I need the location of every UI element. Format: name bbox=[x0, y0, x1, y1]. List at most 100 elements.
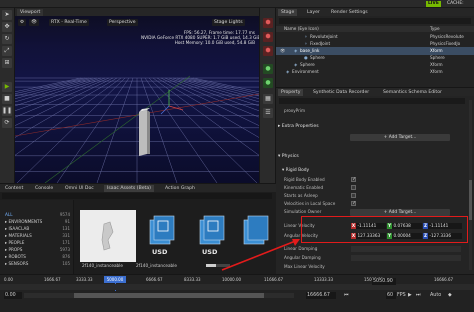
grid-icon[interactable]: ▦ bbox=[263, 94, 273, 104]
sphere-green-icon[interactable]: ● bbox=[263, 64, 273, 74]
cube-red-icon[interactable]: ⬢ bbox=[263, 18, 273, 28]
timeline-track bbox=[0, 284, 474, 290]
scrollbar-thumb[interactable] bbox=[469, 180, 472, 220]
live-badge[interactable]: LIVE bbox=[426, 1, 441, 7]
viewport[interactable]: ⚙ 👁 RTX - Real-Time Perspective Stage Li… bbox=[15, 16, 259, 183]
tick-label: 6666.67 bbox=[146, 277, 163, 282]
tab-layer[interactable]: Layer bbox=[304, 9, 323, 16]
pause-icon[interactable]: ❚❚ bbox=[2, 106, 12, 116]
add-target-button[interactable]: + Add Target... bbox=[350, 134, 450, 141]
kinematic-label: Kinematic Enabled bbox=[284, 185, 324, 190]
sim-owner-add-target-button[interactable]: + Add Target... bbox=[350, 209, 450, 216]
category-tree: ALL 9574 ▸ ENVIRONMENTS 91 ▸ ISAACLAB 131 ▸… bbox=[0, 200, 74, 274]
tab-render-settings[interactable]: Render Settings bbox=[328, 9, 371, 16]
current-time-field[interactable]: 5050.90 bbox=[372, 278, 396, 285]
tree-item-all[interactable]: ALL 9574 bbox=[5, 212, 73, 218]
rb-enabled-label: Rigid Body Enabled bbox=[284, 177, 325, 182]
tab-stage[interactable]: Stage bbox=[278, 9, 298, 16]
range-bar-fill bbox=[74, 293, 264, 298]
end-time-field[interactable]: 16666.67 bbox=[306, 292, 336, 299]
linear-damping-label: Linear Damping bbox=[284, 246, 318, 251]
asset-tile[interactable]: USD 2f140_instanceable bbox=[136, 210, 190, 270]
rotate-icon[interactable]: ↻ bbox=[2, 34, 12, 44]
first-frame-button[interactable]: ⏮ bbox=[344, 292, 348, 299]
scale-icon[interactable]: ⤢ bbox=[2, 46, 12, 56]
tree-item[interactable]: ▸ PEOPLE 171 bbox=[5, 240, 73, 246]
play-button[interactable]: ▶ bbox=[408, 292, 412, 299]
playhead-marker[interactable]: 5000.00 bbox=[104, 276, 126, 283]
auto-key-label[interactable]: Auto bbox=[430, 292, 441, 299]
eye-icon[interactable]: 👁 bbox=[29, 19, 39, 26]
timeline[interactable]: 0.00 1666.67 3333.33 5000.00 6666.67 833… bbox=[0, 274, 474, 312]
content-search[interactable] bbox=[2, 193, 272, 199]
rb-enabled-checkbox[interactable] bbox=[351, 177, 356, 182]
asset-tile[interactable]: USD bbox=[196, 210, 236, 270]
tick-label: 0.00 bbox=[4, 277, 13, 282]
lights-button[interactable]: Stage Lights bbox=[212, 19, 245, 26]
right-toolbar: ⬢ ⬢ ⬢ ● ● ▦ ☰ bbox=[259, 8, 276, 183]
loop-icon[interactable]: ⟳ bbox=[2, 118, 12, 128]
move-icon[interactable]: ✥ bbox=[2, 22, 12, 32]
kinematic-checkbox[interactable] bbox=[351, 185, 356, 190]
list-icon[interactable]: ☰ bbox=[263, 108, 273, 118]
tree-item[interactable]: ▸ ISAACLAB 131 bbox=[5, 226, 73, 232]
tick-label: 3333.33 bbox=[76, 277, 93, 282]
tree-item[interactable]: ▸ ENVIRONMENTS 91 bbox=[5, 219, 73, 225]
linear-damping-slider[interactable] bbox=[351, 246, 461, 252]
stage-search-bar[interactable] bbox=[279, 18, 471, 24]
tree-item-label: ISAACLAB bbox=[8, 226, 30, 231]
tick-label: 1666.67 bbox=[44, 277, 61, 282]
cube-red-icon-3[interactable]: ⬢ bbox=[263, 46, 273, 56]
rigid-body-header[interactable]: ▾ Rigid Body bbox=[282, 167, 309, 174]
render-mode-button[interactable]: RTX - Real-Time bbox=[49, 19, 89, 26]
tree-item-label: ROBOTS bbox=[8, 254, 26, 259]
tree-item-count: 9574 bbox=[59, 212, 70, 217]
local-space-checkbox[interactable] bbox=[351, 201, 356, 206]
header-type: Type bbox=[430, 26, 440, 31]
tick-label: 16666.67 bbox=[434, 277, 454, 282]
max-linear-velocity-label: Max Linear Velocity bbox=[284, 264, 325, 269]
physics-header[interactable]: ▾ Physics bbox=[278, 153, 299, 160]
tree-item-count: 105 bbox=[62, 261, 70, 266]
angular-damping-slider[interactable] bbox=[351, 255, 461, 261]
proxy-prim-label: proxyPrim bbox=[284, 108, 306, 113]
content-tabbar: Content Console Omni UI Doc Isaac Assets… bbox=[0, 183, 276, 193]
asset-tile[interactable]: 2f140_instanceable bbox=[80, 210, 136, 270]
play-icon[interactable]: ▶ bbox=[2, 82, 12, 92]
key-icon[interactable]: ◆ bbox=[448, 292, 452, 299]
fps-value-field[interactable]: 60 bbox=[386, 292, 396, 299]
asset-progress-fill bbox=[206, 264, 216, 267]
snap-icon[interactable]: ⊞ bbox=[2, 58, 12, 68]
tick-label: 13333.33 bbox=[314, 277, 334, 282]
camera-button[interactable]: Perspective bbox=[107, 19, 138, 26]
start-time-field[interactable]: 0.00 bbox=[4, 292, 22, 299]
tree-item[interactable]: ▸ ROBOTS 876 bbox=[5, 254, 73, 260]
asset-thumbnail bbox=[80, 210, 136, 262]
property-search[interactable] bbox=[279, 98, 465, 104]
settings-icon[interactable]: ⚙ bbox=[18, 19, 27, 26]
cube-red-icon-2[interactable]: ⬢ bbox=[263, 32, 273, 42]
tree-item-count: 5973 bbox=[59, 247, 70, 252]
stage-row[interactable]: ◈ Environment Xform bbox=[276, 68, 474, 76]
tree-item[interactable]: ▸ MATERIALS 331 bbox=[5, 233, 73, 239]
range-bar[interactable] bbox=[24, 293, 294, 298]
step-forward-button[interactable]: ⏭ bbox=[416, 292, 420, 299]
camera-label: Perspective bbox=[109, 20, 136, 25]
asset-tile[interactable] bbox=[242, 210, 272, 270]
stop-icon[interactable]: ■ bbox=[2, 94, 12, 104]
rigid-body-label: Rigid Body bbox=[285, 168, 310, 173]
gripper-thumbnail-icon bbox=[101, 221, 114, 251]
asleep-checkbox[interactable] bbox=[351, 193, 356, 198]
tree-item[interactable]: ▸ PROPS 5973 bbox=[5, 247, 73, 253]
property-panel: proxyPrim ▸ Extra Properties + Add Targe… bbox=[276, 96, 474, 274]
stage-panel: Name (Eye Icon) Type ⚬ RevoluteJoint Phy… bbox=[276, 16, 474, 87]
sphere-green-icon-2[interactable]: ● bbox=[263, 78, 273, 88]
tree-item-count: 331 bbox=[62, 233, 70, 238]
extra-properties-label: Extra Properties bbox=[281, 124, 319, 129]
select-arrow-icon[interactable]: ➤ bbox=[2, 10, 12, 20]
tab-viewport[interactable]: Viewport bbox=[17, 9, 44, 16]
tree-item[interactable]: ▸ SENSORS 105 bbox=[5, 261, 73, 267]
property-scrollbar[interactable] bbox=[469, 100, 472, 270]
extra-properties-header[interactable]: ▸ Extra Properties bbox=[278, 123, 319, 130]
angular-damping-label: Angular Damping bbox=[284, 255, 321, 260]
